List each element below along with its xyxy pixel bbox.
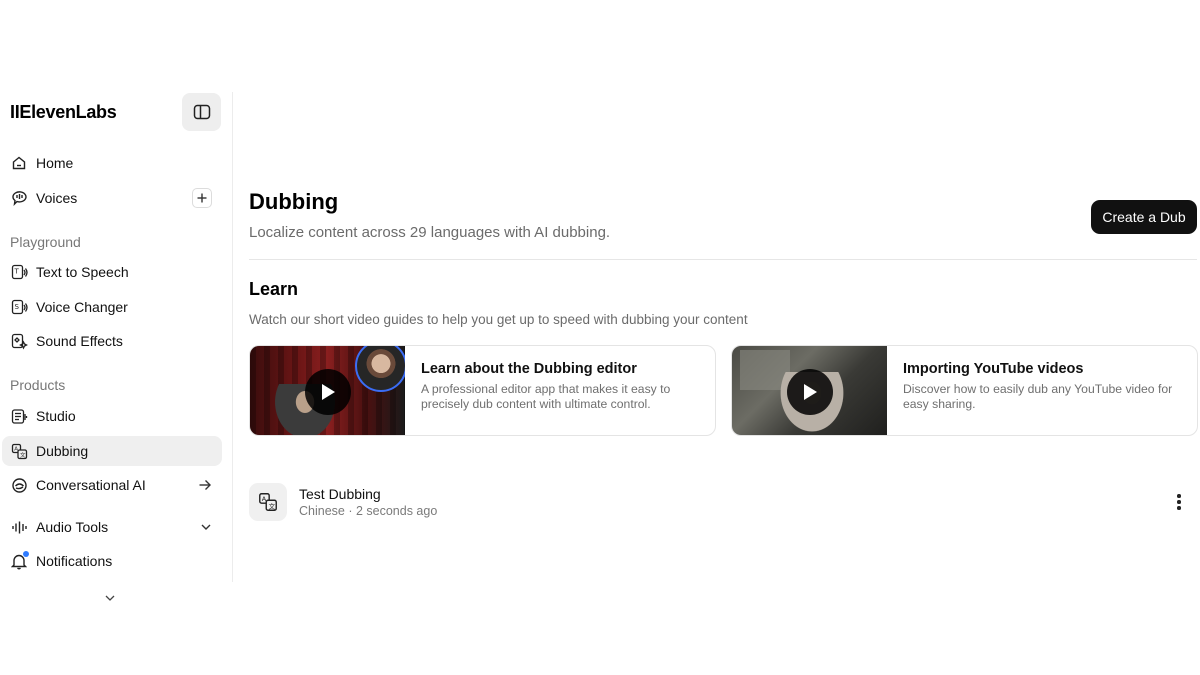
sidebar-item-label: Studio <box>36 408 76 424</box>
svg-text:T: T <box>13 267 19 275</box>
svg-text:文: 文 <box>269 501 276 510</box>
learn-title: Learn <box>249 279 299 299</box>
card-title: Importing YouTube videos <box>903 361 1084 377</box>
dub-name: Test Dubbing <box>299 486 381 502</box>
studio-icon <box>10 407 28 425</box>
dub-meta: Chinese · 2 seconds ago <box>299 504 438 518</box>
audio-tools-icon <box>10 518 28 536</box>
sidebar-item-label: Audio Tools <box>36 519 109 535</box>
home-icon <box>10 154 28 172</box>
sidebar: IIElevenLabs Home Voices Playground T Te… <box>0 92 233 601</box>
create-dub-button[interactable]: Create a Dub <box>1091 200 1197 234</box>
sidebar-item-label: Notifications <box>36 553 113 569</box>
sidebar-item-conversational-ai[interactable]: Conversational AI <box>2 470 222 500</box>
guide-card-youtube-import[interactable]: Importing YouTube videos Discover how to… <box>731 345 1198 436</box>
sidebar-item-label: Home <box>36 155 74 171</box>
sidebar-item-label: Voice Changer <box>36 299 128 315</box>
sidebar-item-dubbing[interactable]: A文 Dubbing <box>2 436 222 466</box>
brand-logo[interactable]: IIElevenLabs <box>10 102 117 123</box>
add-voice-button[interactable] <box>192 188 212 208</box>
main-content: Dubbing Localize content across 29 langu… <box>249 0 1198 675</box>
dubbing-icon: A文 <box>249 483 287 521</box>
sidebar-item-label: Conversational AI <box>36 477 146 493</box>
card-title: Learn about the Dubbing editor <box>421 361 637 377</box>
card-body: Learn about the Dubbing editor A profess… <box>421 361 706 412</box>
chevron-down-icon[interactable] <box>200 522 212 532</box>
voices-icon <box>10 189 28 207</box>
sidebar-item-label: Sound Effects <box>36 333 123 349</box>
svg-text:A: A <box>262 495 267 503</box>
sidebar-item-sound-effects[interactable]: Sound Effects <box>2 326 222 356</box>
kebab-dot <box>1177 494 1181 498</box>
dub-list-item[interactable]: A文 Test Dubbing Chinese · 2 seconds ago <box>249 480 1197 524</box>
divider <box>249 259 1197 260</box>
card-description: A professional editor app that makes it … <box>421 382 671 411</box>
video-thumbnail[interactable] <box>732 346 887 435</box>
conversational-ai-icon <box>10 476 28 494</box>
play-button[interactable] <box>305 369 351 415</box>
video-thumbnail[interactable] <box>250 346 405 435</box>
chevron-down-icon[interactable] <box>104 590 116 608</box>
sound-effects-icon <box>10 332 28 350</box>
sidebar-item-voice-changer[interactable]: S Voice Changer <box>2 292 222 322</box>
section-label-playground: Playground <box>10 234 81 250</box>
card-description: Discover how to easily dub any YouTube v… <box>903 382 1173 411</box>
kebab-dot <box>1177 506 1181 510</box>
dubbing-icon: A文 <box>10 442 28 460</box>
more-options-button[interactable] <box>1169 492 1189 512</box>
page-subtitle: Localize content across 29 languages wit… <box>249 224 611 241</box>
kebab-dot <box>1177 500 1181 504</box>
play-icon <box>804 384 817 400</box>
sidebar-collapse-button[interactable] <box>182 93 221 131</box>
text-to-speech-icon: T <box>10 263 28 281</box>
learn-subtitle: Watch our short video guides to help you… <box>249 312 748 327</box>
bell-icon <box>10 551 29 570</box>
sidebar-item-notifications[interactable]: Notifications <box>2 546 222 576</box>
thumbnail-avatar <box>355 346 405 392</box>
sidebar-item-text-to-speech[interactable]: T Text to Speech <box>2 257 222 287</box>
sidebar-item-studio[interactable]: Studio <box>2 401 222 431</box>
play-button[interactable] <box>787 369 833 415</box>
voice-changer-icon: S <box>10 298 28 316</box>
sidebar-item-home[interactable]: Home <box>2 148 222 178</box>
panel-toggle-icon <box>193 104 210 120</box>
plus-icon <box>197 193 207 203</box>
sidebar-item-label: Dubbing <box>36 443 89 459</box>
page-title: Dubbing <box>249 189 339 214</box>
guide-card-dubbing-editor[interactable]: Learn about the Dubbing editor A profess… <box>249 345 716 436</box>
arrow-right-icon <box>198 478 212 492</box>
svg-text:S: S <box>14 303 19 311</box>
sidebar-item-voices[interactable]: Voices <box>2 183 222 213</box>
play-icon <box>322 384 335 400</box>
sidebar-item-label: Text to Speech <box>36 264 129 280</box>
card-body: Importing YouTube videos Discover how to… <box>903 361 1188 412</box>
section-label-products: Products <box>10 377 66 393</box>
notification-dot <box>23 551 29 557</box>
sidebar-item-audio-tools[interactable]: Audio Tools <box>2 512 222 542</box>
sidebar-item-label: Voices <box>36 190 78 206</box>
svg-text:文: 文 <box>20 451 26 459</box>
svg-text:A: A <box>14 446 18 452</box>
